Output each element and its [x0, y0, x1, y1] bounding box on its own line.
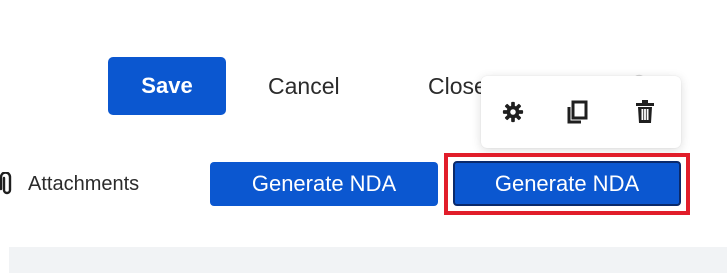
attachments-link[interactable]: Attachments — [0, 167, 139, 201]
generate-nda-button-selected[interactable]: Generate NDA — [453, 161, 681, 206]
copy-icon[interactable] — [565, 100, 589, 124]
cancel-button[interactable]: Cancel — [268, 57, 340, 115]
paperclip-icon — [0, 172, 20, 196]
generate-nda-button[interactable]: Generate NDA — [210, 162, 438, 206]
element-toolbar-popover — [481, 76, 681, 148]
content-area-band — [9, 247, 727, 273]
attachments-label: Attachments — [28, 172, 140, 195]
canvas: Save Cancel Close Attachments Generate N… — [0, 0, 727, 273]
trash-icon[interactable] — [633, 100, 657, 124]
gear-icon[interactable] — [501, 100, 525, 124]
save-button[interactable]: Save — [108, 57, 226, 115]
close-button[interactable]: Close — [428, 57, 487, 115]
